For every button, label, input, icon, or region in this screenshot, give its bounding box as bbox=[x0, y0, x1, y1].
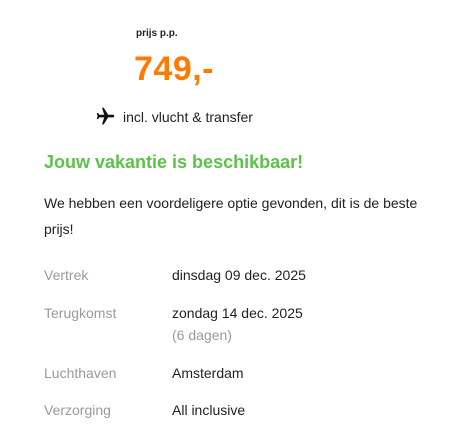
detail-label: Luchthaven bbox=[44, 365, 117, 381]
detail-value: zondag 14 dec. 2025 bbox=[172, 305, 303, 321]
detail-value: All inclusive bbox=[172, 402, 246, 418]
detail-label: Terugkomst bbox=[44, 305, 117, 321]
includes-row: incl. vlucht & transfer bbox=[95, 106, 253, 127]
detail-value: Amsterdam bbox=[172, 365, 244, 381]
availability-description: We hebben een voordeligere optie gevonde… bbox=[44, 195, 418, 237]
includes-text: incl. vlucht & transfer bbox=[123, 108, 253, 125]
price-label: prijs p.p. bbox=[136, 28, 178, 39]
detail-label: Verzorging bbox=[44, 402, 111, 418]
detail-value: dinsdag 09 dec. 2025 bbox=[172, 267, 306, 283]
detail-duration: (6 dagen) bbox=[172, 327, 232, 343]
airplane-icon bbox=[95, 106, 116, 127]
availability-title: Jouw vakantie is beschikbaar! bbox=[44, 152, 304, 172]
detail-label: Vertrek bbox=[44, 267, 89, 283]
price-amount: 749,- bbox=[134, 50, 214, 88]
